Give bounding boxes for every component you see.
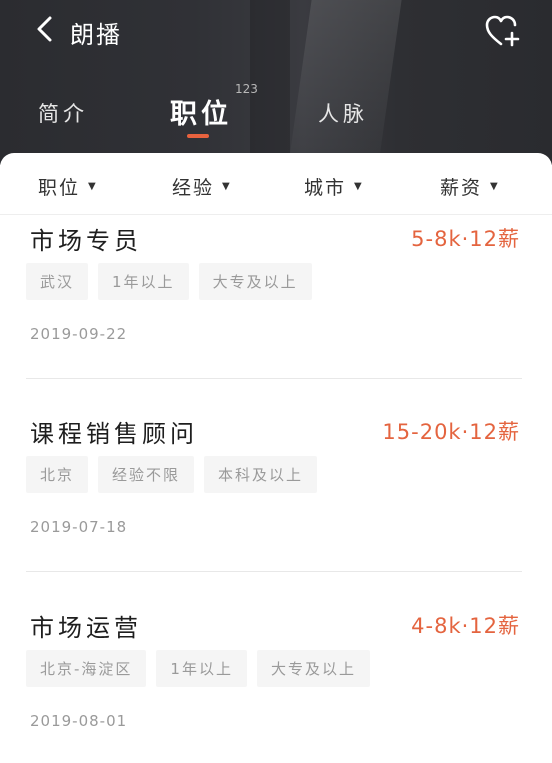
caret-down-icon: ▼ [354, 181, 364, 192]
job-tags: 武汉 1年以上 大专及以上 [26, 263, 312, 300]
tag-education: 大专及以上 [256, 650, 370, 687]
tab-intro[interactable]: 简介 [38, 98, 88, 128]
job-list-item[interactable]: 市场运营 4-8k·12薪 北京-海淀区 1年以上 大专及以上 2019-08-… [0, 602, 552, 763]
caret-down-icon: ▼ [88, 181, 98, 192]
tag-experience: 经验不限 [98, 456, 195, 493]
filter-bar: 职位 ▼ 经验 ▼ 城市 ▼ 薪资 ▼ [0, 153, 552, 215]
job-salary: 5-8k·12薪 [411, 227, 520, 251]
divider [26, 378, 522, 379]
job-salary: 4-8k·12薪 [411, 614, 520, 638]
caret-down-icon: ▼ [490, 181, 500, 192]
job-date: 2019-09-22 [30, 325, 128, 343]
filter-salary[interactable]: 薪资 ▼ [440, 173, 500, 200]
job-list-item[interactable]: 课程销售顾问 15-20k·12薪 北京 经验不限 本科及以上 2019-07-… [0, 408, 552, 598]
tag-location: 北京 [26, 456, 89, 493]
job-date: 2019-07-18 [30, 518, 128, 536]
job-date: 2019-08-01 [30, 712, 128, 730]
filter-experience[interactable]: 经验 ▼ [172, 173, 232, 200]
tag-location: 武汉 [26, 263, 89, 300]
job-list-item[interactable]: 市场专员 5-8k·12薪 武汉 1年以上 大专及以上 2019-09-22 [0, 215, 552, 405]
tag-education: 大专及以上 [198, 263, 312, 300]
chevron-left-icon [35, 15, 53, 47]
job-title: 市场专员 [30, 227, 142, 255]
job-tags: 北京-海淀区 1年以上 大专及以上 [26, 650, 370, 687]
tag-location: 北京-海淀区 [26, 650, 147, 687]
filter-label: 职位 [38, 177, 81, 199]
filter-label: 经验 [172, 177, 215, 199]
tag-experience: 1年以上 [98, 263, 189, 300]
tag-experience: 1年以上 [156, 650, 247, 687]
jobs-panel: 职位 ▼ 经验 ▼ 城市 ▼ 薪资 ▼ 市场专员 5-8k·12薪 武汉 1年以… [0, 153, 552, 763]
tab-network[interactable]: 人脉 [318, 98, 368, 128]
tab-jobs-count: 123 [235, 82, 258, 96]
tab-jobs[interactable]: 职位 [170, 92, 232, 131]
filter-label: 薪资 [440, 177, 483, 199]
job-title: 课程销售顾问 [30, 420, 198, 448]
divider [26, 571, 522, 572]
back-button[interactable] [30, 14, 58, 48]
filter-position[interactable]: 职位 ▼ [38, 173, 98, 200]
tab-bar: 简介 职位 123 人脉 [0, 80, 552, 150]
active-tab-indicator [187, 134, 209, 138]
tag-education: 本科及以上 [204, 456, 318, 493]
job-tags: 北京 经验不限 本科及以上 [26, 456, 318, 493]
filter-label: 城市 [304, 177, 347, 199]
page-title: 朗播 [70, 21, 122, 49]
heart-plus-icon [484, 15, 522, 52]
header: 朗播 简介 职位 123 人脉 [0, 0, 552, 165]
job-title: 市场运营 [30, 614, 142, 642]
job-salary: 15-20k·12薪 [382, 420, 520, 444]
filter-city[interactable]: 城市 ▼ [304, 173, 364, 200]
favorite-button[interactable] [484, 14, 522, 48]
caret-down-icon: ▼ [222, 181, 232, 192]
